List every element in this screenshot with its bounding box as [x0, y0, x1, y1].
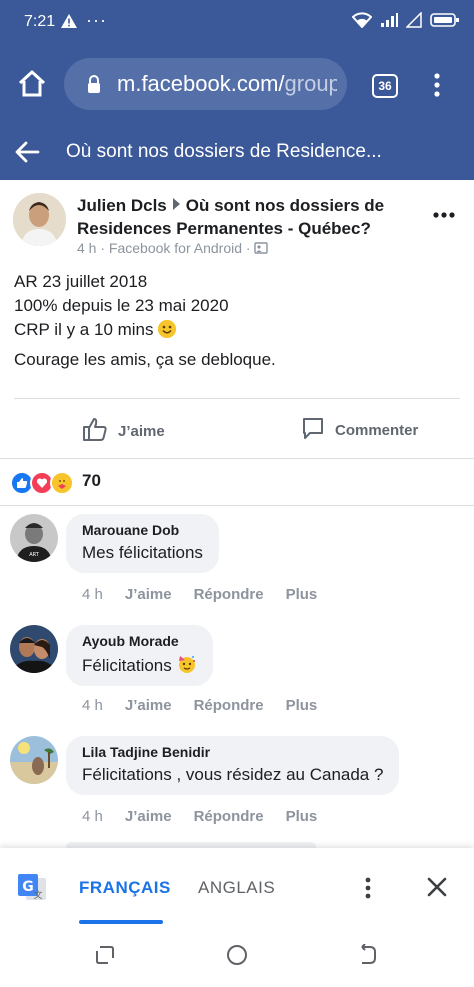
svg-text:文: 文 [33, 889, 42, 901]
commenter-avatar[interactable]: ART [10, 514, 58, 562]
comment-time[interactable]: 4 h [82, 808, 103, 825]
post-line: Courage les amis, ça se debloque. [14, 350, 276, 369]
comment-bubble[interactable]: Ayoub Morade Félicitations [66, 625, 213, 686]
post-body: AR 23 juillet 2018 100% depuis le 23 mai… [14, 270, 276, 372]
comment-more-button[interactable]: Plus [286, 808, 318, 825]
comment-label: Commenter [335, 421, 419, 439]
back-arrow-icon[interactable] [14, 140, 40, 169]
post-meta: 4 h · Facebook for Android · [77, 240, 269, 256]
post-actions: J’aime Commenter [0, 400, 474, 456]
clock: 7:21 [24, 13, 56, 30]
post-source: Facebook for Android [108, 240, 243, 256]
comment-icon [301, 416, 325, 444]
svg-text:ART: ART [29, 552, 40, 558]
divider [14, 398, 460, 399]
menu-icon[interactable] [432, 72, 442, 103]
comment-reply-button[interactable]: Répondre [194, 808, 264, 825]
status-icons [351, 11, 460, 33]
url-domain: m.facebook.com/ [117, 71, 285, 96]
address-bar[interactable]: m.facebook.com/group [64, 58, 347, 110]
comment-more-button[interactable]: Plus [286, 697, 318, 714]
commenter-avatar[interactable] [10, 736, 58, 784]
group-title[interactable]: Où sont nos dossiers de Residence... [66, 141, 382, 163]
comment-time[interactable]: 4 h [82, 697, 103, 714]
browser-toolbar: m.facebook.com/group 36 [0, 44, 474, 124]
warning-icon [60, 13, 78, 34]
back-nav-icon[interactable] [358, 943, 378, 971]
svg-text:G: G [22, 879, 34, 895]
commenter-name[interactable]: Ayoub Morade [82, 633, 197, 649]
comment-text: Félicitations [82, 656, 172, 675]
like-button[interactable]: J’aime [82, 416, 165, 446]
like-label: J’aime [118, 422, 165, 440]
reaction-count: 70 [82, 471, 101, 490]
comment-text: Mes félicitations [82, 543, 203, 562]
tab-language-french[interactable]: FRANÇAIS [79, 878, 171, 898]
home-icon[interactable] [16, 68, 48, 105]
group-header: Où sont nos dossiers de Residence... [0, 124, 474, 180]
audience-icon [254, 240, 269, 256]
comment-actions: 4 h J’aime Répondre Plus [82, 586, 339, 603]
post-line: CRP il y a 10 mins [14, 320, 154, 339]
smile-emoji-icon [158, 320, 177, 338]
reaction-icons [10, 471, 74, 495]
post-line: AR 23 juillet 2018 [14, 272, 148, 291]
reactions-summary[interactable]: 70 [0, 458, 474, 506]
comment-actions: 4 h J’aime Répondre Plus [82, 697, 339, 714]
comment-bubble[interactable]: Lila Tadjine Benidir Félicitations , vou… [66, 736, 400, 795]
commenter-name[interactable]: Marouane Dob [82, 522, 203, 538]
party-face-emoji-icon [177, 656, 197, 675]
lock-icon [86, 74, 102, 99]
url-text[interactable]: m.facebook.com/group [117, 71, 337, 97]
comment-bubble[interactable]: Marouane Dob Mes félicitations [66, 514, 219, 573]
translate-bar: G文 FRANÇAIS ANGLAIS [0, 848, 474, 924]
post-options-icon[interactable] [432, 206, 456, 224]
home-nav-icon[interactable] [226, 944, 248, 971]
wifi-icon [351, 12, 373, 33]
system-nav-bar [0, 924, 474, 987]
post-author-line: Julien Dcls Où sont nos dossiers de Resid… [77, 194, 417, 240]
arrow-right-icon [172, 198, 180, 210]
recent-apps-icon[interactable] [94, 944, 116, 971]
comment-like-button[interactable]: J’aime [125, 586, 172, 603]
comment: ART Marouane Dob Mes félicitations 4 h J… [0, 514, 474, 624]
post-line: 100% depuis le 23 mai 2020 [14, 296, 229, 315]
comment-button[interactable]: Commenter [301, 416, 418, 444]
comment-reply-button[interactable]: Répondre [194, 697, 264, 714]
signal-icon [380, 12, 398, 33]
comment-time[interactable]: 4 h [82, 586, 103, 603]
thumbs-up-icon [82, 416, 108, 446]
close-icon[interactable] [426, 876, 448, 903]
post-time[interactable]: 4 h [77, 240, 96, 256]
tabs-icon[interactable]: 36 [372, 74, 398, 98]
author-name[interactable]: Julien Dcls [77, 196, 167, 215]
signal-icon-secondary [405, 11, 422, 33]
google-translate-icon[interactable]: G文 [16, 872, 48, 907]
comment-text-line: Félicitations [82, 654, 197, 676]
comment: Ayoub Morade Félicitations 4 h J’aime Ré… [0, 625, 474, 735]
comment-like-button[interactable]: J’aime [125, 808, 172, 825]
comment-text: Félicitations , vous résidez au Canada ? [82, 765, 384, 784]
url-path: group [284, 71, 337, 96]
battery-icon [430, 12, 460, 33]
status-bar: 7:21 ··· [0, 0, 474, 44]
care-reaction-icon [50, 471, 74, 495]
comment-reply-button[interactable]: Répondre [194, 586, 264, 603]
comment-like-button[interactable]: J’aime [125, 697, 172, 714]
comment-actions: 4 h J’aime Répondre Plus [82, 808, 339, 825]
author-avatar[interactable] [13, 193, 66, 246]
comment: Lila Tadjine Benidir Félicitations , vou… [0, 736, 474, 846]
notification-dots: ··· [86, 10, 107, 30]
translate-menu-icon[interactable] [362, 876, 374, 905]
commenter-name[interactable]: Lila Tadjine Benidir [82, 744, 383, 760]
comment-more-button[interactable]: Plus [286, 586, 318, 603]
tab-language-english[interactable]: ANGLAIS [198, 878, 275, 898]
post-line-with-emoji: CRP il y a 10 mins [14, 318, 276, 342]
commenter-avatar[interactable] [10, 625, 58, 673]
